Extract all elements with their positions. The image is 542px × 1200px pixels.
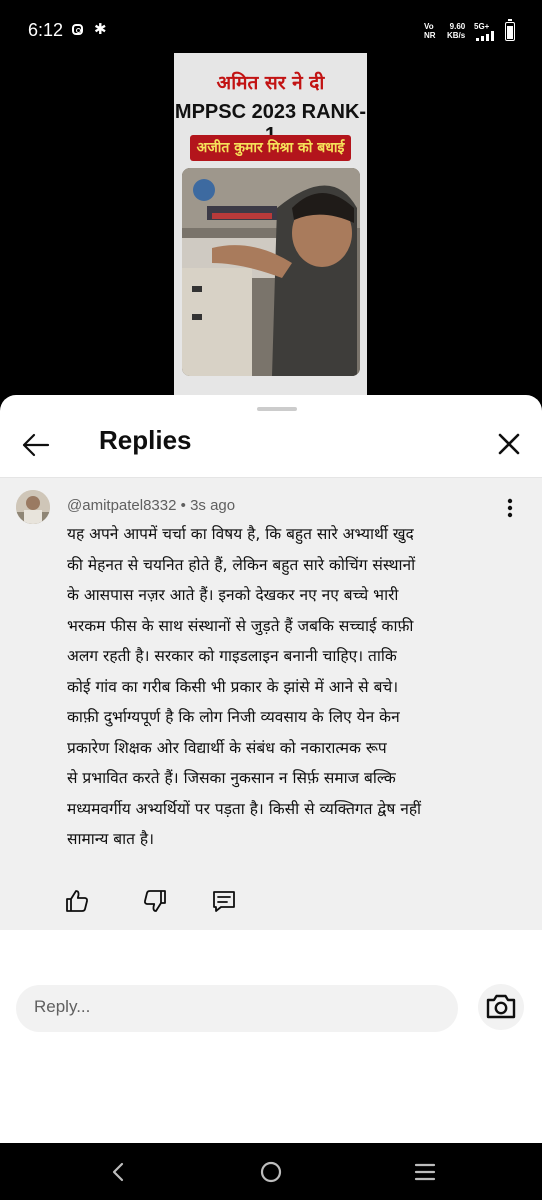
drag-handle[interactable] (257, 407, 297, 411)
comment-item: @amitpatel8332 • 3s ago यह अपने आपमें चर… (0, 478, 542, 930)
reply-comment-icon[interactable] (209, 886, 239, 916)
thumbs-up-icon[interactable] (62, 886, 92, 916)
comment-line: की मेहनत से चयनित होते हैं, लेकिन बहुत स… (67, 555, 416, 574)
avatar[interactable] (16, 490, 50, 524)
comment-line: भरकम फीस के साथ संस्थानों से जुड़ते हैं … (67, 616, 414, 635)
comment-line: से प्रभावित करते हैं। जिसका नुकसान न सिर… (67, 769, 396, 787)
comment-line: यह अपने आपमें चर्चा का विषय है, कि बहुत … (67, 525, 414, 543)
comment-line: काफ़ी दुर्भाग्यपूर्ण है कि लोग निजी व्यव… (67, 708, 400, 726)
signal-type: 5G+ (474, 22, 490, 31)
comment-time: 3s ago (190, 497, 236, 514)
back-triangle-icon[interactable] (103, 1157, 133, 1187)
system-nav-bar (0, 1143, 542, 1200)
comment-meta: @amitpatel8332 • 3s ago (67, 497, 235, 514)
meta-separator: • (180, 497, 186, 514)
back-arrow-icon[interactable] (18, 427, 54, 463)
video-player[interactable]: अमित सर ने दी MPPSC 2023 RANK-1 अजीत कुम… (174, 53, 367, 398)
comment-line: मध्यमवर्गीय अभ्यर्थियों पर पड़ता है। किस… (67, 799, 422, 818)
thumbs-down-icon[interactable] (140, 886, 170, 916)
comment-text: यह अपने आपमें चर्चा का विषय है, कि बहुत … (67, 519, 517, 855)
instagram-icon (72, 24, 83, 35)
network-type: Vo NR (424, 22, 436, 40)
video-headline-hindi: अमित सर ने दी (216, 72, 325, 94)
gear-icon: ✱ (94, 20, 107, 38)
comment-line: अलग रहती है। सरकार को गाइडलाइन बनानी चाह… (67, 647, 397, 665)
home-circle-icon[interactable] (256, 1157, 286, 1187)
clock: 6:12 (28, 20, 64, 40)
camera-icon (486, 994, 516, 1019)
recents-menu-icon[interactable] (410, 1157, 440, 1187)
comment-line: प्रकारेण शिक्षक ओर विद्यार्थी के संबंध क… (67, 738, 387, 757)
camera-button[interactable] (478, 984, 524, 1030)
reply-placeholder: Reply... (34, 997, 91, 1016)
close-icon[interactable] (493, 428, 525, 460)
video-photo (182, 168, 360, 376)
video-banner: अजीत कुमार मिश्रा को बधाई (190, 135, 351, 161)
comment-line: के आसपास नज़र आते हैं। इनको देखकर नए नए … (67, 586, 399, 604)
status-bar: 6:12 ✱ Vo NR 9.60 KB/s 5G+ (0, 0, 542, 56)
comment-line: सामान्य बात है। (67, 830, 154, 848)
comment-author[interactable]: @amitpatel8332 (67, 497, 176, 514)
comment-line: कोई गांव का गरीब किसी भी प्रकार के झांसे… (67, 677, 399, 696)
more-options-icon[interactable] (500, 496, 520, 520)
battery-icon (505, 19, 515, 41)
network-speed: 9.60 KB/s (447, 22, 466, 40)
signal-icon (476, 31, 500, 41)
page-title: Replies (99, 425, 192, 455)
